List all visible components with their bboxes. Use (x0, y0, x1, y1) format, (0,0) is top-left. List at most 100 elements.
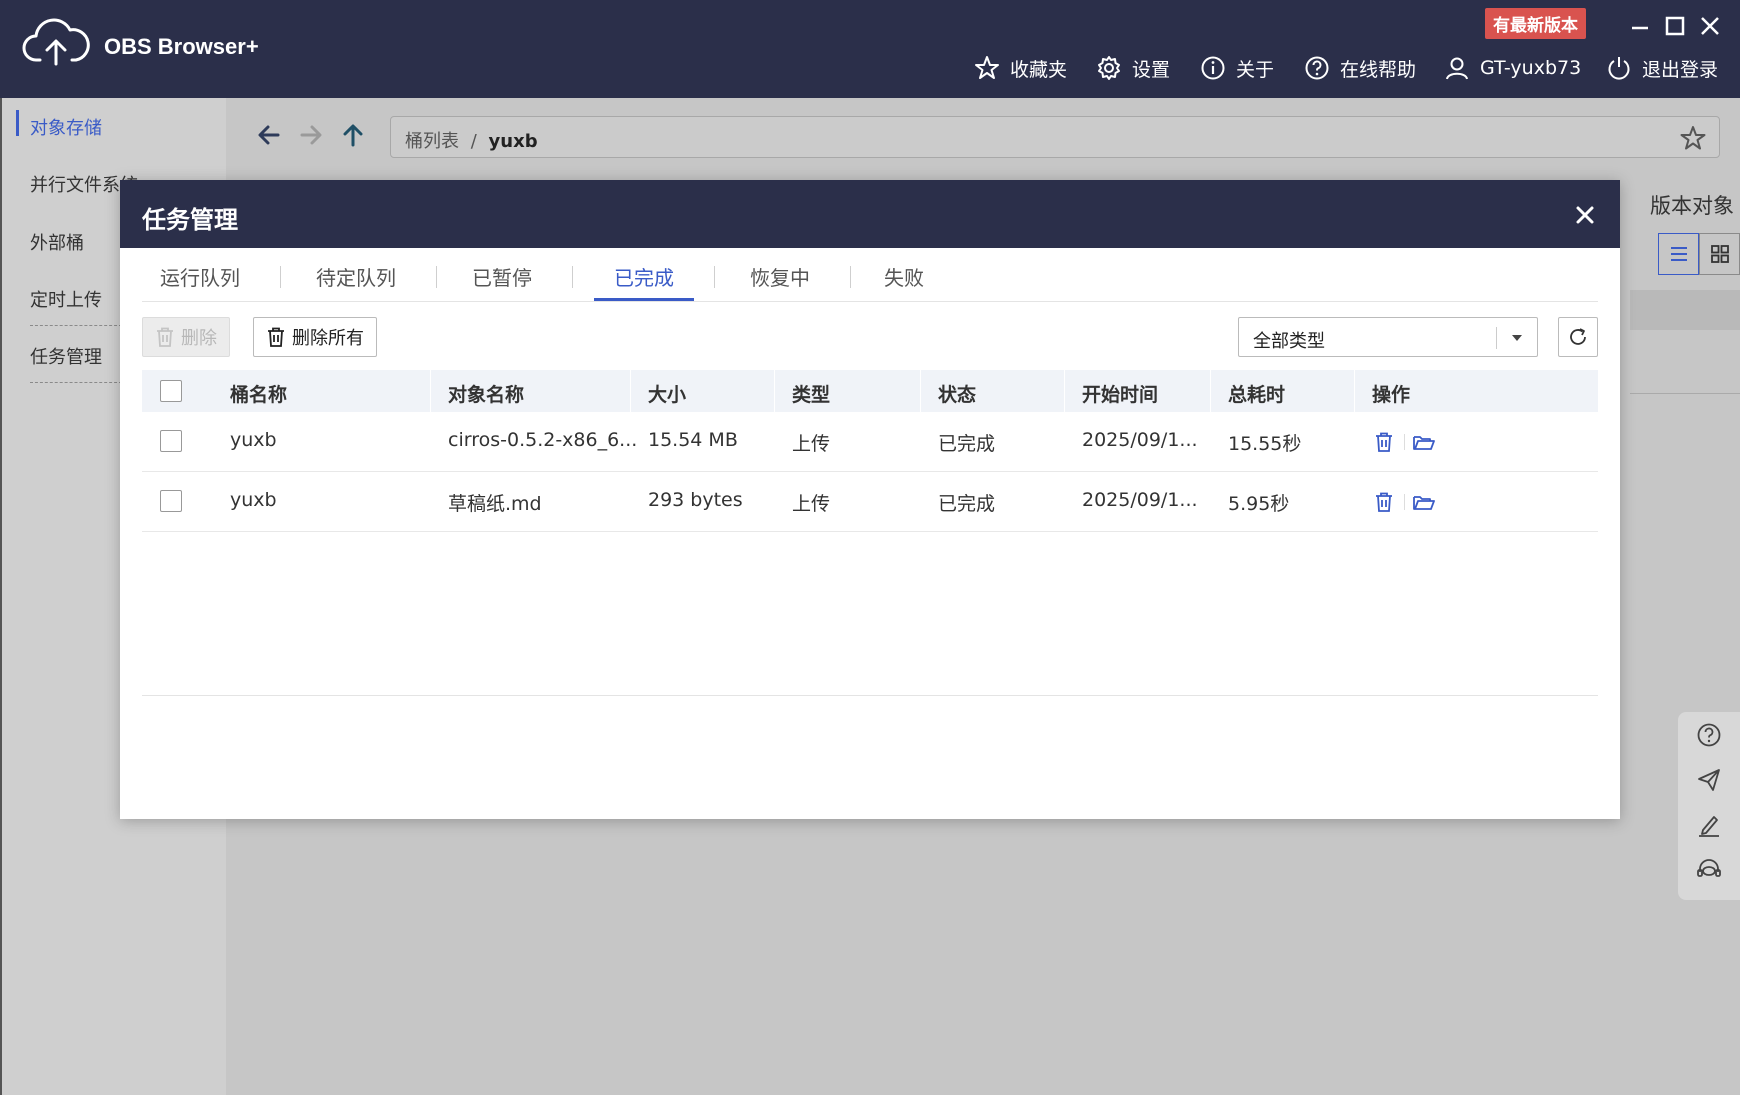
menu-online-help[interactable]: 在线帮助 (1304, 52, 1416, 84)
tab-failed[interactable]: 失败 (884, 262, 924, 302)
dialog-title: 任务管理 (142, 206, 238, 234)
breadcrumb[interactable]: 桶列表 / yuxb (390, 116, 1720, 158)
sidebar-divider (30, 325, 122, 326)
info-icon (1201, 56, 1225, 80)
column-separator (1210, 370, 1211, 412)
table-bottom-border (142, 695, 1598, 696)
delete-button[interactable]: 删除 (142, 317, 230, 357)
sidebar-item-scheduled-upload[interactable]: 定时上传 (30, 286, 102, 312)
background-table-header (1630, 290, 1740, 330)
close-window-icon[interactable] (1696, 12, 1724, 40)
refresh-button[interactable] (1558, 317, 1598, 357)
row-open-folder-icon[interactable] (1412, 490, 1436, 514)
float-help-button[interactable] (1678, 712, 1740, 757)
pen-icon (1699, 815, 1719, 837)
tab-separator (850, 266, 851, 288)
cell-type: 上传 (792, 433, 831, 455)
column-separator (630, 370, 631, 412)
menu-favorites[interactable]: 收藏夹 (974, 52, 1067, 84)
row-delete-icon[interactable] (1372, 430, 1396, 454)
gear-icon (1098, 56, 1120, 80)
user-icon (1446, 57, 1468, 80)
menu-about[interactable]: 关于 (1200, 52, 1274, 84)
list-view-icon (1670, 247, 1687, 261)
tab-paused[interactable]: 已暂停 (472, 262, 532, 302)
breadcrumb-current: yuxb (488, 131, 538, 152)
cell-type: 上传 (792, 493, 831, 515)
delete-button-label: 删除 (181, 328, 217, 349)
version-objects-label[interactable]: 版本对象 (1650, 190, 1734, 220)
tab-running-queue[interactable]: 运行队列 (160, 262, 240, 302)
menu-online-help-label: 在线帮助 (1340, 58, 1417, 81)
star-icon (975, 56, 999, 79)
minimize-icon[interactable] (1626, 12, 1654, 40)
task-tabs: 运行队列 待定队列 已暂停 已完成 恢复中 失败 (142, 248, 1598, 302)
breadcrumb-root[interactable]: 桶列表 (405, 131, 459, 152)
tab-recovering[interactable]: 恢复中 (750, 262, 810, 302)
column-duration: 总耗时 (1228, 384, 1286, 406)
menu-user[interactable]: GT-yuxb73 (1444, 52, 1581, 84)
active-tab-underline (594, 298, 694, 301)
menu-about-label: 关于 (1236, 58, 1275, 81)
dialog-header: 任务管理 (120, 180, 1620, 248)
row-delete-icon[interactable] (1372, 490, 1396, 514)
float-support-button[interactable] (1678, 847, 1740, 892)
cell-start-time: 2025/09/1... (1082, 489, 1198, 511)
tab-completed[interactable]: 已完成 (594, 262, 694, 302)
refresh-icon (1570, 328, 1586, 345)
sidebar-divider (30, 382, 122, 383)
up-arrow-icon[interactable] (338, 120, 368, 150)
sidebar-item-external-bucket[interactable]: 外部桶 (30, 229, 84, 255)
column-type: 类型 (792, 384, 831, 406)
row-checkbox[interactable] (160, 430, 182, 452)
delete-all-button-label: 删除所有 (292, 328, 364, 349)
tab-pending-queue[interactable]: 待定队列 (316, 262, 396, 302)
forward-arrow-icon[interactable] (296, 120, 326, 150)
tab-separator (714, 266, 715, 288)
table-row: yuxb 草稿纸.md 293 bytes 上传 已完成 2025/09/1..… (142, 472, 1598, 532)
table-row: yuxb cirros-0.5.2-x86_6... 15.54 MB 上传 已… (142, 412, 1598, 472)
row-open-folder-icon[interactable] (1412, 430, 1436, 454)
row-checkbox[interactable] (160, 490, 182, 512)
sidebar-item-object-storage[interactable]: 对象存储 (30, 114, 102, 140)
type-filter-value: 全部类型 (1253, 331, 1325, 352)
update-badge[interactable]: 有最新版本 (1485, 8, 1586, 39)
type-filter-select[interactable]: 全部类型 (1238, 317, 1538, 357)
help-circle-icon (1697, 723, 1721, 746)
power-icon (1608, 57, 1630, 80)
float-edit-button[interactable] (1678, 802, 1740, 847)
cell-duration: 5.95秒 (1228, 493, 1290, 515)
back-arrow-icon[interactable] (254, 120, 284, 150)
headset-icon (1697, 858, 1721, 877)
menu-logout-label: 退出登录 (1642, 58, 1719, 81)
tab-completed-label: 已完成 (614, 266, 674, 290)
app-title: OBS Browser+ (104, 34, 259, 59)
float-send-button[interactable] (1678, 757, 1740, 802)
list-view-button[interactable] (1658, 233, 1699, 275)
tab-separator (572, 266, 573, 288)
trash-icon (268, 327, 284, 347)
cell-object-name: cirros-0.5.2-x86_6... (448, 429, 638, 451)
menu-logout[interactable]: 退出登录 (1606, 52, 1718, 84)
grid-view-button[interactable] (1699, 233, 1740, 275)
column-separator (1064, 370, 1065, 412)
cell-status: 已完成 (938, 493, 996, 515)
column-separator (920, 370, 921, 412)
column-start-time: 开始时间 (1082, 384, 1159, 406)
maximize-icon[interactable] (1661, 12, 1689, 40)
close-icon[interactable] (1572, 202, 1598, 228)
paper-plane-icon (1698, 768, 1720, 791)
sidebar-item-task-management[interactable]: 任务管理 (30, 343, 102, 369)
column-separator (1354, 370, 1355, 412)
table-header: 桶名称 对象名称 大小 类型 状态 开始时间 总耗时 操作 (142, 370, 1598, 412)
column-size: 大小 (648, 384, 687, 406)
cell-size: 15.54 MB (648, 429, 738, 451)
task-table: 桶名称 对象名称 大小 类型 状态 开始时间 总耗时 操作 yuxb cirro… (142, 370, 1598, 532)
cell-duration: 15.55秒 (1228, 433, 1302, 455)
trash-icon (157, 327, 173, 347)
delete-all-button[interactable]: 删除所有 (253, 317, 377, 357)
menu-settings[interactable]: 设置 (1096, 52, 1170, 84)
select-all-checkbox[interactable] (160, 380, 182, 402)
bookmark-star-icon[interactable] (1679, 124, 1707, 152)
action-separator (1404, 494, 1405, 510)
